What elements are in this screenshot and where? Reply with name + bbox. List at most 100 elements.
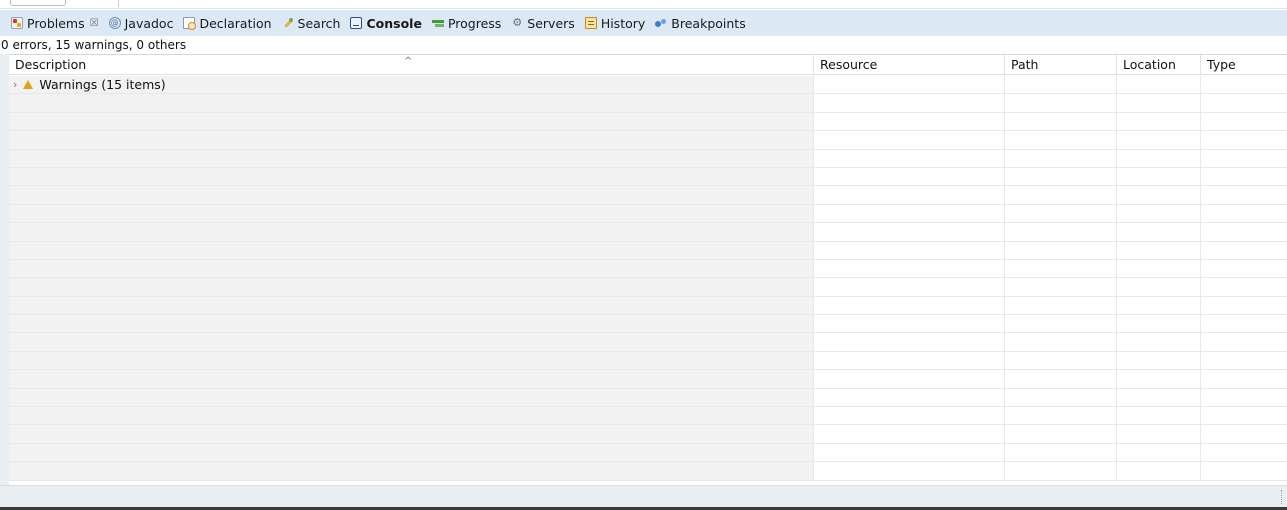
location-cell [1117,76,1201,94]
table-cell [9,186,814,204]
tab-javadoc[interactable]: @ Javadoc [106,12,177,34]
javadoc-icon: @ [108,17,121,29]
table-row [9,259,1287,279]
table-cell [1117,315,1201,333]
table-cell [814,186,1005,204]
tab-progress[interactable]: Progress [429,12,504,34]
table-cell [1005,388,1117,407]
top-strip [0,0,1287,9]
path-cell [1005,76,1117,94]
table-cell [1201,370,1287,387]
table-cell [1005,241,1117,259]
table-cell [9,204,814,223]
table-cell [1005,315,1117,333]
table-cell [814,370,1005,388]
table-cell [9,351,814,370]
table-cell [1117,388,1201,407]
table-cell [1201,297,1287,314]
close-icon[interactable]: ☒ [90,18,99,29]
table-row [9,315,1287,334]
table-cell [1005,112,1117,131]
tab-problems[interactable]: Problems ☒ [8,12,102,34]
table-cell [814,315,1005,333]
table-cell [9,296,814,315]
table-cell [1005,407,1117,425]
table-cell [1005,204,1117,223]
table-cell [9,462,814,480]
tab-label: Servers [527,15,575,31]
table-cell [1117,296,1201,315]
resize-grip-icon[interactable] [1281,490,1284,504]
table-cell [1117,351,1201,370]
table-cell [9,443,814,462]
table-cell [1201,150,1287,167]
table-cell [814,443,1005,462]
column-header-location[interactable]: Location [1117,55,1201,75]
chevron-right-icon[interactable]: › [13,78,17,91]
table-cell [1201,462,1287,479]
table-cell [1005,131,1117,149]
view-tab-bar: Problems ☒ @ Javadoc Declaration Search … [0,10,1287,36]
warnings-group-row[interactable]: › Warnings (15 items) [9,76,1287,95]
table-cell [1201,333,1287,350]
table-cell [814,259,1005,278]
servers-icon: ⚙ [512,16,523,29]
column-header-path[interactable]: Path [1005,55,1117,75]
table-cell [1201,389,1287,406]
table-cell [1117,112,1201,131]
table-cell [1201,352,1287,369]
table-cell [1005,223,1117,241]
table-cell [1117,186,1201,204]
sort-ascending-icon: ^ [404,56,413,67]
table-cell [1117,333,1201,351]
description-cell: › Warnings (15 items) [9,76,814,94]
previous-tab-stub[interactable] [10,0,66,6]
column-header-description[interactable]: Description ^ [9,55,814,75]
tab-history[interactable]: History [582,12,648,34]
tab-search[interactable]: Search [279,12,344,34]
table-cell [1005,462,1117,480]
table-cell [814,241,1005,259]
tab-label: Breakpoints [671,15,746,31]
table-cell [1005,425,1117,443]
table-cell [1201,407,1287,424]
tab-declaration[interactable]: Declaration [180,12,274,34]
tab-breakpoints[interactable]: Breakpoints [652,12,748,34]
declaration-icon [183,17,197,30]
table-row [9,443,1287,463]
type-cell [1201,76,1287,93]
table-row [9,131,1287,150]
table-cell [1201,278,1287,295]
tab-console[interactable]: Console [347,12,424,34]
table-row [9,296,1287,316]
table-cell [1201,223,1287,240]
table-cell [1005,443,1117,462]
column-label: Description [15,57,87,72]
table-cell [1117,370,1201,388]
table-row [9,333,1287,352]
table-cell [814,278,1005,296]
table-cell [814,425,1005,443]
table-cell [1117,407,1201,425]
table-row [9,278,1287,297]
tab-servers[interactable]: ⚙ Servers [508,12,578,34]
table-cell [1117,241,1201,259]
table-cell [814,167,1005,186]
column-header-type[interactable]: Type [1201,55,1287,75]
warnings-group-label: Warnings (15 items) [39,77,166,93]
problems-icon [11,17,23,29]
table-row [9,370,1287,389]
table-row [9,425,1287,444]
table-cell [9,149,814,167]
warning-icon [23,80,34,90]
table-cell [814,462,1005,480]
table-cell [9,388,814,407]
table-cell [1005,259,1117,278]
tab-label: Console [366,15,422,31]
table-cell [1117,425,1201,443]
table-cell [1005,370,1117,388]
column-header-resource[interactable]: Resource [814,55,1005,75]
search-icon [282,17,294,29]
table-cell [1201,113,1287,130]
table-cell [814,296,1005,315]
